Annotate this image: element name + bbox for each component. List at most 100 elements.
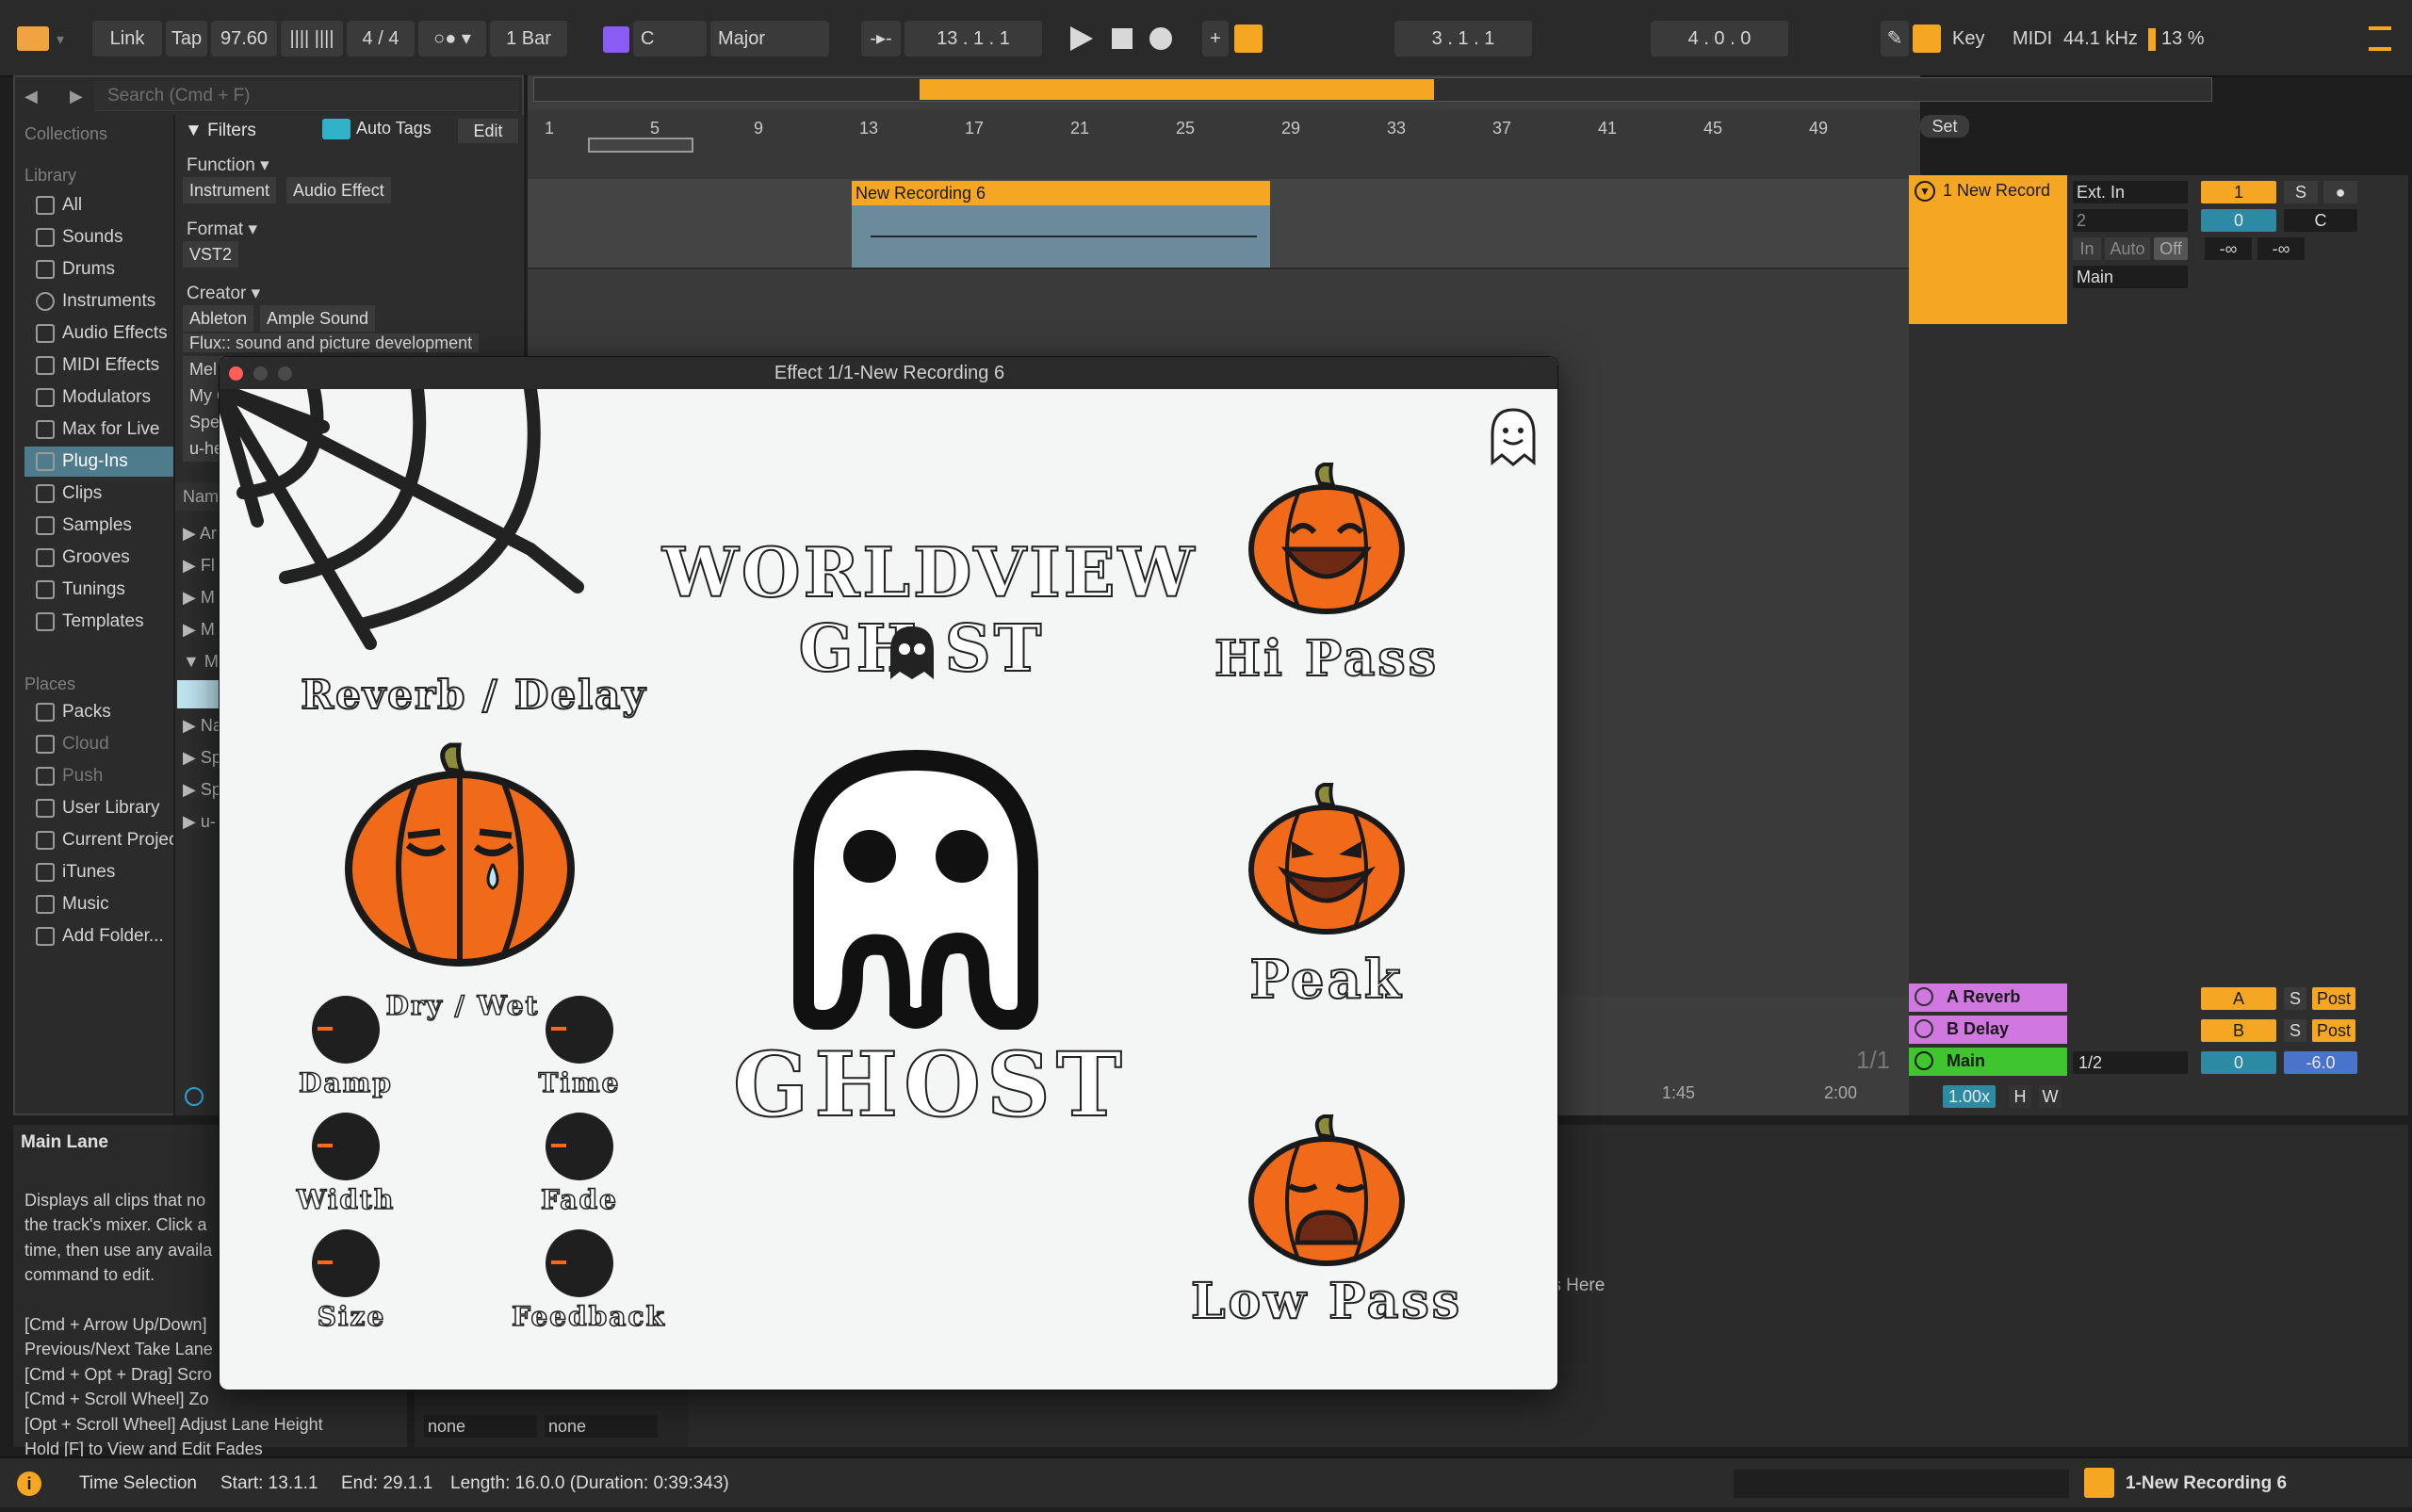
tag-audio-effect[interactable]: Audio Effect: [286, 177, 391, 203]
sidebar-item-all[interactable]: All: [24, 190, 183, 220]
record-icon[interactable]: [1149, 27, 1172, 50]
key-select[interactable]: C: [633, 21, 707, 57]
close-window-button[interactable]: [229, 366, 243, 381]
format-filter-heading[interactable]: Format ▾: [187, 219, 257, 240]
audio-clip-waveform[interactable]: [852, 205, 1270, 268]
return-a-button[interactable]: A: [2201, 987, 2276, 1010]
pan-field[interactable]: C: [2284, 209, 2357, 232]
peak-pumpkin-icon[interactable]: [1247, 783, 1407, 935]
track-header[interactable]: ▼ 1 New Record: [1909, 175, 2067, 324]
sidebar-item-midi-effects[interactable]: MIDI Effects: [24, 350, 183, 381]
reverb-pumpkin-crying-icon[interactable]: [342, 741, 578, 967]
sidebar-item-plug-ins[interactable]: Plug-Ins: [24, 447, 183, 477]
list-item[interactable]: ▶ Na: [183, 716, 222, 736]
main-volume[interactable]: 0: [2201, 1051, 2276, 1074]
sidebar-item-cloud[interactable]: Cloud: [24, 729, 183, 759]
nudge-icons[interactable]: |||| ||||: [281, 21, 343, 57]
return-track-b[interactable]: B Delay: [1909, 1016, 2067, 1044]
arm-button[interactable]: ●: [2323, 181, 2357, 203]
channel-select[interactable]: 2: [2073, 209, 2188, 232]
stop-icon[interactable]: [1112, 28, 1133, 49]
sidebar-item-push[interactable]: Push: [24, 761, 183, 791]
forward-icon[interactable]: ▶: [70, 87, 83, 106]
tag-flux[interactable]: Flux:: sound and picture development: [183, 333, 480, 352]
tap-button[interactable]: Tap: [166, 21, 207, 57]
preview-toggle-icon[interactable]: [185, 1087, 204, 1106]
tag-ableton[interactable]: Ableton: [183, 305, 254, 332]
browser-toggle-icon[interactable]: [17, 26, 49, 51]
sidebar-item-tunings[interactable]: Tunings: [24, 575, 183, 605]
list-item[interactable]: ▶ Sp: [183, 780, 221, 800]
sidebar-item-drums[interactable]: Drums: [24, 254, 183, 285]
plugin-window-titlebar[interactable]: Effect 1/1-New Recording 6: [220, 357, 1557, 389]
zoom-field[interactable]: 1.00x: [1943, 1085, 1996, 1108]
tag-instrument[interactable]: Instrument: [183, 177, 277, 203]
metronome-button[interactable]: ○● ▾: [418, 21, 486, 57]
sidebar-item-current-project[interactable]: Current Project: [24, 825, 183, 855]
tag-ample-sound[interactable]: Ample Sound: [260, 305, 376, 332]
fade-knob[interactable]: [546, 1113, 613, 1180]
list-item[interactable]: ▶ M: [183, 588, 215, 608]
loop-start-field[interactable]: 3 . 1 . 1: [1394, 21, 1532, 57]
function-filter-heading[interactable]: Function ▾: [187, 154, 269, 176]
solo-button[interactable]: S: [2284, 181, 2318, 203]
size-knob[interactable]: [312, 1229, 380, 1297]
return-track-a[interactable]: A Reverb: [1909, 984, 2067, 1012]
tempo-field[interactable]: 97.60: [211, 21, 277, 57]
auto-tags-button[interactable]: Auto Tags: [322, 119, 432, 143]
creator-filter-heading[interactable]: Creator ▾: [187, 283, 260, 304]
main-output-select[interactable]: 1/2: [2073, 1051, 2188, 1074]
keyboard-icon[interactable]: [1913, 24, 1941, 53]
mini-overview[interactable]: [1734, 1470, 2069, 1498]
overdub-button[interactable]: +: [1202, 21, 1229, 57]
sidebar-item-audio-effects[interactable]: Audio Effects: [24, 318, 183, 349]
volume-field[interactable]: 0: [2201, 209, 2276, 232]
return-a-solo[interactable]: S: [2284, 987, 2306, 1010]
midi-map-label[interactable]: MIDI: [2013, 21, 2052, 57]
sidebar-item-samples[interactable]: Samples: [24, 511, 183, 541]
sidebar-item-instruments[interactable]: Instruments: [24, 286, 183, 317]
feedback-knob[interactable]: [546, 1229, 613, 1297]
position-field[interactable]: 13 . 1 . 1: [904, 21, 1042, 57]
scale-icon[interactable]: [603, 26, 629, 53]
w-button[interactable]: W: [2039, 1085, 2062, 1108]
track-name[interactable]: 1 New Record: [1943, 181, 2050, 201]
play-icon[interactable]: [1070, 26, 1093, 51]
return-b-post[interactable]: Post: [2312, 1019, 2355, 1042]
list-item[interactable]: ▶ M: [183, 620, 215, 640]
sidebar-item-packs[interactable]: Packs: [24, 697, 183, 727]
list-item[interactable]: ▶ u-: [183, 812, 216, 832]
low-pass-pumpkin-icon[interactable]: [1247, 1114, 1407, 1267]
search-input[interactable]: Search (Cmd + F): [94, 81, 518, 111]
overview-loop-region[interactable]: [920, 79, 1434, 100]
input-select[interactable]: Ext. In: [2073, 181, 2188, 203]
sidebar-item-modulators[interactable]: Modulators: [24, 382, 183, 413]
sidebar-item-music[interactable]: Music: [24, 889, 183, 919]
none-select-2[interactable]: none: [545, 1415, 658, 1438]
width-knob[interactable]: [312, 1113, 380, 1180]
monitor-auto[interactable]: Auto: [2105, 237, 2150, 260]
main-track[interactable]: Main: [1909, 1048, 2067, 1076]
list-item[interactable]: ▼ M: [183, 652, 219, 672]
list-item[interactable]: ▶ Sp: [183, 748, 221, 768]
key-map-label[interactable]: Key: [1952, 21, 1984, 57]
damp-knob[interactable]: [312, 996, 380, 1064]
time-knob[interactable]: [546, 996, 613, 1064]
filters-toggle[interactable]: ▼ Filters: [185, 121, 256, 141]
h-button[interactable]: H: [2009, 1085, 2031, 1108]
hi-pass-pumpkin-icon[interactable]: [1247, 463, 1407, 615]
sidebar-item-clips[interactable]: Clips: [24, 479, 183, 509]
minimize-window-button[interactable]: [253, 366, 268, 381]
monitor-off[interactable]: Off: [2154, 237, 2188, 260]
info-icon[interactable]: i: [17, 1471, 41, 1496]
loop-brace[interactable]: [588, 138, 693, 153]
set-button[interactable]: Set: [1920, 115, 1969, 138]
zoom-window-button[interactable]: [278, 366, 292, 381]
return-a-post[interactable]: Post: [2312, 987, 2355, 1010]
return-b-button[interactable]: B: [2201, 1019, 2276, 1042]
sidebar-item-itunes[interactable]: iTunes: [24, 857, 183, 887]
quantize-select[interactable]: 1 Bar: [490, 21, 567, 57]
audio-clip-header[interactable]: New Recording 6: [852, 181, 1270, 205]
tag-vst2[interactable]: VST2: [183, 241, 239, 268]
list-item[interactable]: ▶ Fl: [183, 556, 215, 576]
